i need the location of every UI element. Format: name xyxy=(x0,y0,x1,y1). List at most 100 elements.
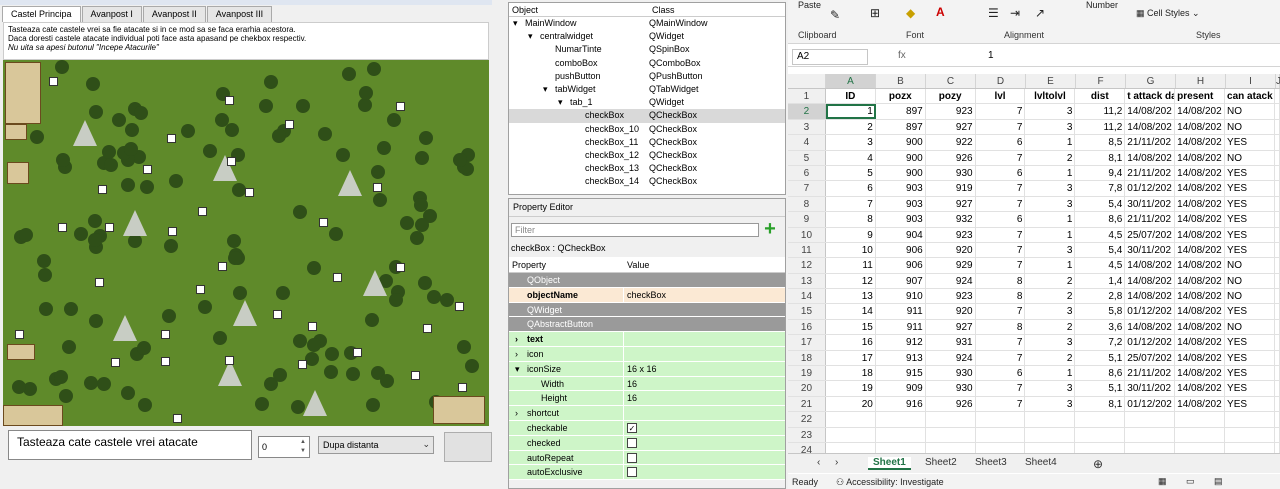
row-header[interactable]: 15 xyxy=(788,304,826,319)
castle-checkbox[interactable] xyxy=(15,330,24,339)
sheet-cell[interactable]: 3,6 xyxy=(1075,319,1126,335)
property-row[interactable]: Width 16 xyxy=(509,376,785,392)
castle-checkbox[interactable] xyxy=(227,157,236,166)
sheet-cell[interactable] xyxy=(1275,366,1280,381)
sheet-cell[interactable]: 904 xyxy=(876,227,926,242)
castle-checkbox[interactable] xyxy=(285,120,294,129)
sheet-cell[interactable]: 5,4 xyxy=(1075,196,1126,212)
sheet-tab-2[interactable]: Sheet2 xyxy=(920,457,962,468)
sheet-cell[interactable]: 927 xyxy=(926,119,976,135)
property-row[interactable]: QAbstractButton xyxy=(509,317,785,333)
sheet-cell[interactable]: 8,5 xyxy=(1075,135,1126,150)
sheet-cell[interactable]: 2 xyxy=(1025,319,1076,335)
row-header[interactable]: 23 xyxy=(788,427,826,442)
sheet-cell[interactable]: 14 xyxy=(826,304,876,319)
sheet-cell[interactable]: 8,6 xyxy=(1075,212,1126,227)
normal-view-icon[interactable]: ▦ xyxy=(1158,476,1167,487)
sheet-cell[interactable]: 17 xyxy=(826,350,876,366)
row-header[interactable]: 11 xyxy=(788,242,826,258)
sheet-cell[interactable]: NO xyxy=(1225,273,1275,289)
format-painter-icon[interactable]: ✎ xyxy=(830,8,840,22)
object-tree-row[interactable]: checkBox QCheckBox xyxy=(509,109,785,123)
property-value-cell[interactable]: 16 xyxy=(624,377,785,391)
column-header[interactable]: E xyxy=(1026,74,1076,88)
sheet-cell[interactable] xyxy=(1225,412,1275,427)
sheet-cell[interactable] xyxy=(826,412,876,427)
property-value-cell[interactable] xyxy=(624,465,785,479)
sheet-cell[interactable]: 903 xyxy=(876,181,926,196)
sheet-cell[interactable]: 923 xyxy=(926,289,976,304)
sheet-cell[interactable]: 6 xyxy=(826,181,876,196)
column-header[interactable]: F xyxy=(1076,74,1126,88)
sheet-cell[interactable] xyxy=(1275,412,1280,427)
sheet-cell[interactable]: 20 xyxy=(826,396,876,412)
object-tree-row[interactable]: checkBox_13 QCheckBox xyxy=(509,162,785,175)
sheet-cell[interactable] xyxy=(1025,412,1076,427)
column-header[interactable]: G xyxy=(1126,74,1176,88)
sheet-cell[interactable]: 903 xyxy=(876,212,926,227)
sheet-cell[interactable]: 19 xyxy=(826,381,876,396)
property-value-cell[interactable] xyxy=(624,451,785,465)
sheet-cell[interactable]: 2,8 xyxy=(1075,289,1126,304)
sheet-cell[interactable]: 14/08/202 xyxy=(1125,104,1176,119)
sheet-cell[interactable]: 3 xyxy=(1025,181,1076,196)
castle-checkbox[interactable] xyxy=(173,414,182,423)
row-header[interactable]: 4 xyxy=(788,135,826,150)
sheet-cell[interactable]: 25/07/202 xyxy=(1125,227,1176,242)
row-header[interactable]: 20 xyxy=(788,381,826,396)
indent-icon[interactable]: ⇥ xyxy=(1010,6,1020,20)
sheet-cell[interactable]: 7 xyxy=(976,119,1026,135)
sheet-cell[interactable]: lvl xyxy=(976,89,1026,104)
castle-checkbox[interactable] xyxy=(273,310,282,319)
sheet-cell[interactable]: 8 xyxy=(976,319,1026,335)
sheet-cell[interactable]: 7 xyxy=(976,258,1026,273)
spin-arrows-icon[interactable]: ▲ ▼ xyxy=(298,438,308,456)
sheet-cell[interactable]: 1,4 xyxy=(1075,273,1126,289)
sheet-cell[interactable]: 7 xyxy=(976,396,1026,412)
sheet-cell[interactable]: 5,8 xyxy=(1075,304,1126,319)
sheet-cell[interactable] xyxy=(1275,165,1280,181)
sheet-cell[interactable]: 7 xyxy=(976,196,1026,212)
castle-checkbox[interactable] xyxy=(168,227,177,236)
castle-checkbox[interactable] xyxy=(411,371,420,380)
sheet-cell[interactable]: 6 xyxy=(976,135,1026,150)
sheet-cell[interactable] xyxy=(1175,427,1226,442)
tab-avanpost-2[interactable]: Avanpost II xyxy=(142,6,206,22)
sheet-cell[interactable]: 916 xyxy=(876,396,926,412)
castle-checkbox[interactable] xyxy=(245,188,254,197)
orientation-icon[interactable]: ↗ xyxy=(1035,6,1045,20)
sheet-cell[interactable]: 14/08/202 xyxy=(1175,258,1226,273)
sheet-cell[interactable] xyxy=(926,412,976,427)
castle-checkbox[interactable] xyxy=(196,285,205,294)
sheet-cell[interactable]: YES xyxy=(1225,196,1275,212)
sheet-cell[interactable]: 930 xyxy=(926,366,976,381)
castle-checkbox[interactable] xyxy=(198,207,207,216)
borders-icon[interactable]: ⊞ xyxy=(870,6,880,20)
row-header[interactable]: 9 xyxy=(788,212,826,227)
sheet-cell[interactable]: 7,2 xyxy=(1075,335,1126,350)
sheet-cell[interactable]: 7 xyxy=(976,150,1026,165)
sheet-cell[interactable]: 6 xyxy=(976,366,1026,381)
object-tree-row[interactable]: checkBox_11 QCheckBox xyxy=(509,136,785,149)
property-value-cell[interactable] xyxy=(624,406,785,420)
object-tree-row[interactable]: checkBox_14 QCheckBox xyxy=(509,175,785,188)
sheet-cell[interactable]: 924 xyxy=(926,273,976,289)
sheet-cell[interactable] xyxy=(1275,335,1280,350)
sheet-cell[interactable]: 7 xyxy=(976,304,1026,319)
sheet-cell[interactable]: 14/08/202 xyxy=(1175,366,1226,381)
sheet-cell[interactable]: 6 xyxy=(976,165,1026,181)
row-header[interactable]: 16 xyxy=(788,319,826,335)
align-icon[interactable]: ☰ xyxy=(988,6,999,20)
column-header[interactable]: I xyxy=(1226,74,1276,88)
sheet-cell[interactable] xyxy=(1025,427,1076,442)
castle-checkbox[interactable] xyxy=(111,358,120,367)
property-row[interactable]: autoExclusive xyxy=(509,465,785,481)
sheet-cell[interactable]: 30/11/202 xyxy=(1125,242,1176,258)
castle-checkbox[interactable] xyxy=(161,357,170,366)
property-row[interactable]: QWidget xyxy=(509,302,785,318)
sheet-cell[interactable]: 912 xyxy=(876,335,926,350)
expand-arrow-icon[interactable]: › xyxy=(515,332,518,346)
sheet-cell[interactable]: 14/08/202 xyxy=(1175,165,1226,181)
sheet-cell[interactable]: YES xyxy=(1225,242,1275,258)
sheet-cell[interactable]: 14/08/202 xyxy=(1125,119,1176,135)
